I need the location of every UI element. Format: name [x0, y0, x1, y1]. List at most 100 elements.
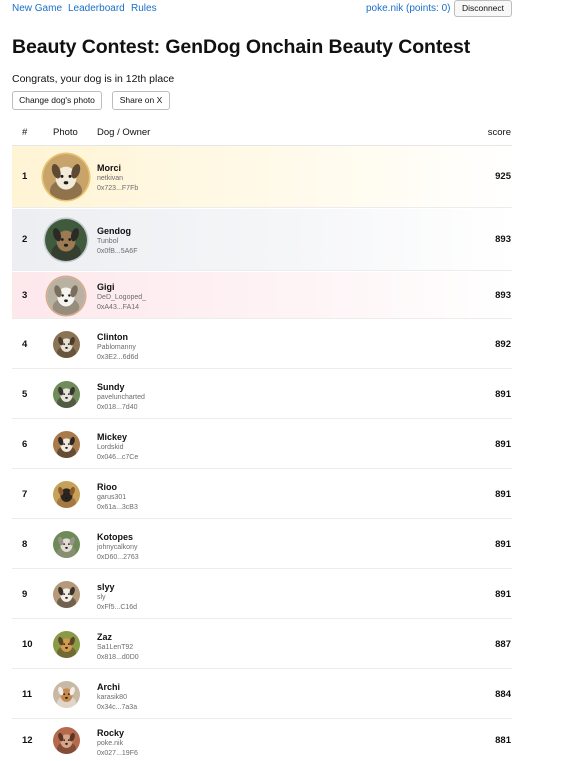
dog-name: Kotopes [97, 531, 133, 542]
dog-name: Sundy [97, 381, 125, 392]
rank-number: 5 [22, 388, 28, 400]
dog-photo-avatar[interactable] [53, 331, 80, 358]
rank-number: 7 [22, 488, 28, 500]
dog-photo-icon [53, 331, 80, 358]
wallet-address: 0x723...F7Fb [97, 185, 139, 192]
rank-number: 8 [22, 538, 28, 550]
dog-photo-avatar[interactable] [53, 431, 80, 458]
leaderboard-header: # Photo Dog / Owner score [12, 122, 512, 146]
owner-name: Pablomanny [97, 343, 136, 351]
score-value: 891 [495, 488, 511, 500]
dog-photo-icon [43, 154, 89, 200]
dog-name: Morci [97, 163, 122, 173]
dog-photo-avatar[interactable] [53, 581, 80, 608]
owner-name: netkivan [97, 175, 124, 182]
leaderboard-row[interactable]: 3 Gigi DeD_Logoped_ 0xA43...FA14 893 [12, 272, 512, 319]
dog-photo-avatar[interactable] [45, 219, 87, 261]
dog-name: Archi [97, 681, 121, 692]
score-value: 891 [495, 588, 511, 600]
dog-name: Gendog [97, 226, 131, 236]
leaderboard-row[interactable]: 1 Morci netkivan 0x723...F7Fb 925 [12, 146, 512, 208]
dog-photo-icon [53, 531, 80, 558]
dog-photo-icon [53, 581, 80, 608]
dog-photo-icon [53, 631, 80, 658]
dog-name: Rocky [97, 727, 125, 738]
dog-photo-avatar[interactable] [53, 727, 80, 754]
dog-photo-avatar[interactable] [43, 154, 89, 200]
rank-number: 9 [22, 588, 28, 600]
leaderboard-row[interactable]: 4 Clinton Pablomanny 0x3E2...6d6d 892 [12, 320, 512, 369]
score-value: 893 [495, 234, 511, 245]
owner-name: paveluncharted [97, 393, 145, 401]
dog-name: Mickey [97, 431, 128, 442]
score-value: 892 [495, 338, 511, 350]
column-header-photo: Photo [53, 127, 78, 138]
rank-number: 3 [22, 289, 28, 301]
dog-name: slyy [97, 581, 115, 592]
owner-name: Lordskid [97, 443, 124, 451]
rank-number: 6 [22, 438, 28, 450]
owner-name: sly [97, 593, 106, 601]
placement-status: Congrats, your dog is in 12th place [12, 73, 175, 85]
dog-name: Clinton [97, 331, 128, 342]
leaderboard-row[interactable]: 9 slyy sly 0xFf5...C16d 891 [12, 570, 512, 619]
dog-photo-icon [53, 381, 80, 408]
dog-photo-icon [53, 481, 80, 508]
owner-name: johnycalkony [97, 543, 138, 551]
user-account-link[interactable]: poke.nik (points: 0) [366, 3, 451, 14]
top-nav-bar: New Game Leaderboard Rules poke.nik (poi… [0, 0, 520, 18]
dog-photo-icon [53, 681, 80, 708]
owner-name: DeD_Logoped_ [97, 293, 147, 301]
column-header-rank: # [22, 127, 28, 138]
dog-photo-avatar[interactable] [53, 381, 80, 408]
nav-rules-link[interactable]: Rules [131, 3, 157, 14]
wallet-address: 0x61a...3cB3 [97, 503, 138, 511]
nav-new-game-link[interactable]: New Game [12, 3, 62, 14]
leaderboard-row[interactable]: 6 Mickey Lordskid 0x046...c7Ce 891 [12, 420, 512, 469]
column-header-dog-owner: Dog / Owner [97, 127, 151, 138]
disconnect-button[interactable]: Disconnect [454, 0, 512, 17]
owner-name: poke.nik [97, 739, 124, 747]
score-value: 891 [495, 438, 511, 450]
dog-photo-avatar[interactable] [53, 681, 80, 708]
change-photo-button[interactable]: Change dog's photo [12, 91, 102, 110]
rank-number: 10 [22, 638, 33, 650]
leaderboard-row[interactable]: 12 Rocky poke.nik 0x027...19F6 881 [12, 720, 512, 761]
rank-number: 12 [22, 734, 33, 746]
leaderboard-row[interactable]: 5 Sundy paveluncharted 0x018...7d40 891 [12, 370, 512, 419]
score-value: 887 [495, 638, 511, 650]
dog-name: Gigi [97, 281, 115, 292]
score-value: 893 [495, 289, 511, 301]
dog-name: Zaz [97, 631, 113, 642]
rank-number: 11 [22, 688, 33, 700]
rank-number: 1 [22, 171, 28, 182]
rank-number: 4 [22, 338, 28, 350]
wallet-address: 0x0fB...5A6F [97, 248, 138, 255]
dog-photo-avatar[interactable] [47, 276, 85, 315]
dog-photo-icon [53, 431, 80, 458]
dog-photo-avatar[interactable] [53, 481, 80, 508]
page-title: Beauty Contest: GenDog Onchain Beauty Co… [12, 36, 471, 58]
owner-name: garus301 [97, 493, 127, 501]
dog-photo-icon [47, 276, 85, 315]
owner-name: karasik80 [97, 693, 127, 701]
score-value: 925 [495, 171, 511, 182]
leaderboard-row[interactable]: 10 Zaz Sa1LenT92 0x818...d0D0 887 [12, 620, 512, 669]
leaderboard-row[interactable]: 7 Rioo garus301 0x61a...3cB3 891 [12, 470, 512, 519]
rank-number: 2 [22, 234, 28, 245]
owner-name: Tunbol [97, 238, 119, 245]
dog-photo-avatar[interactable] [53, 631, 80, 658]
score-value: 881 [495, 734, 511, 746]
wallet-address: 0xD60...2763 [97, 553, 139, 561]
score-value: 891 [495, 538, 511, 550]
wallet-address: 0x018...7d40 [97, 403, 138, 411]
leaderboard-row[interactable]: 11 Archi karasik80 0x34c...7a3a 884 [12, 670, 512, 719]
share-on-x-button[interactable]: Share on X [112, 91, 170, 110]
leaderboard-row[interactable]: 8 Kotopes johnycalkony 0xD60...2763 891 [12, 520, 512, 569]
nav-leaderboard-link[interactable]: Leaderboard [68, 3, 125, 14]
column-header-score[interactable]: score [488, 127, 511, 138]
dog-photo-avatar[interactable] [53, 531, 80, 558]
wallet-address: 0xFf5...C16d [97, 603, 138, 611]
wallet-address: 0x046...c7Ce [97, 453, 139, 461]
leaderboard-row[interactable]: 2 Gendog Tunbol 0x0fB...5A6F 893 [12, 209, 512, 271]
